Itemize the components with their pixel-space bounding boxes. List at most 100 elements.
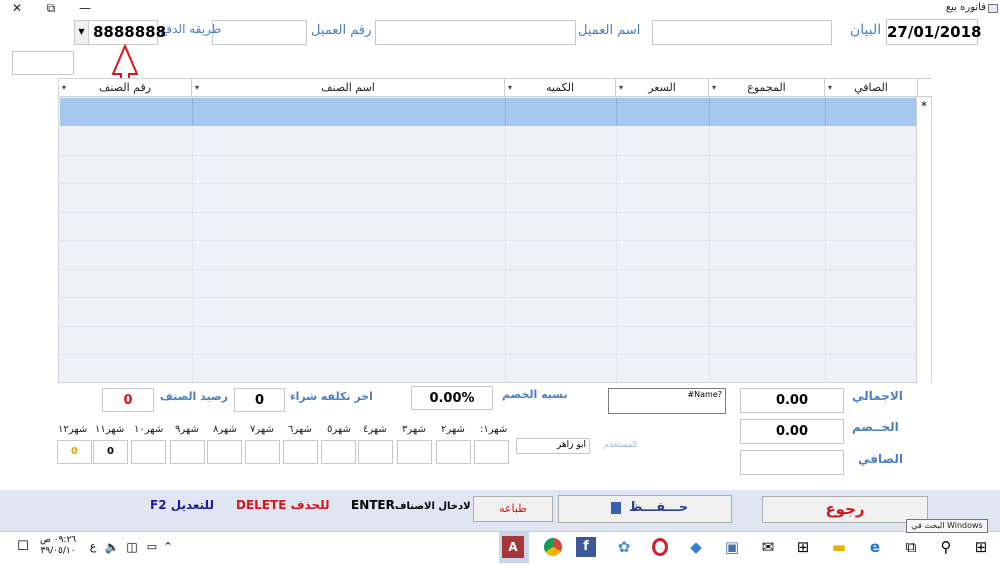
month-4-field[interactable] xyxy=(358,440,393,464)
discount-field[interactable]: 0.00 xyxy=(740,419,844,444)
payment-method-label: طريقه الدفع xyxy=(160,22,222,36)
minimize-icon: — xyxy=(79,1,91,15)
month-label: شهر٦ xyxy=(288,424,312,435)
statement-label: البيان xyxy=(850,22,882,38)
close-window-button[interactable]: ✕ xyxy=(0,0,34,18)
month-12-field[interactable]: 0 xyxy=(57,440,92,464)
enter-hint: لادخال الاصنافENTER xyxy=(351,498,471,512)
grid-col-line xyxy=(825,126,826,383)
month-label: شهر١٢ xyxy=(58,424,88,435)
restore-icon: ⧉ xyxy=(46,1,56,15)
month-label: شهر٨ xyxy=(213,424,237,435)
total-field[interactable]: 0.00 xyxy=(740,388,844,413)
user-label: المستخدم xyxy=(604,440,638,449)
invoice-window: ✕ ⧉ — فاتوره بيع 27/01/2018 البيان اسم ا… xyxy=(0,0,1000,531)
restore-window-button[interactable]: ⧉ xyxy=(34,0,68,18)
month-label: شهر١: xyxy=(480,424,508,435)
month-label: شهر٥ xyxy=(327,424,351,435)
chevron-down-icon[interactable]: ▾ xyxy=(712,79,716,96)
minimize-window-button[interactable]: — xyxy=(68,0,102,18)
search-tooltip: البحث في Windows xyxy=(906,519,988,533)
month-label: شهر٣ xyxy=(402,424,426,435)
file-explorer-icon[interactable]: ▬ xyxy=(826,534,852,560)
item-balance-field[interactable]: 0 xyxy=(102,388,154,412)
customer-number-field[interactable] xyxy=(212,20,307,45)
column-header-total[interactable]: ▾ المجموع xyxy=(709,79,825,97)
store-icon[interactable]: ⊞ xyxy=(790,534,816,560)
month-label: شهر٩ xyxy=(175,424,199,435)
row-selector-strip xyxy=(916,126,931,383)
month-1-field[interactable] xyxy=(474,440,509,464)
month-2-field[interactable] xyxy=(436,440,471,464)
access-app-icon[interactable]: A xyxy=(502,536,524,558)
title-bar: ✕ ⧉ — فاتوره بيع xyxy=(0,0,1000,18)
grid-col-divider xyxy=(505,98,506,126)
chevron-down-icon[interactable]: ▾ xyxy=(828,79,832,96)
net-field[interactable] xyxy=(740,450,844,475)
floppy-disk-icon xyxy=(611,502,621,514)
new-row[interactable] xyxy=(60,98,917,126)
user-field[interactable]: ابو زاهر xyxy=(516,438,590,454)
facebook-icon[interactable]: f xyxy=(576,537,596,557)
new-row-marker: * xyxy=(916,98,931,126)
grid-row-line xyxy=(60,326,917,327)
column-header-quantity[interactable]: ▾ الكميه xyxy=(505,79,616,97)
grid-row-line xyxy=(60,183,917,184)
month-3-field[interactable] xyxy=(397,440,432,464)
column-header-item-name[interactable]: ▾ اسم الصنف xyxy=(192,79,505,97)
close-icon: ✕ xyxy=(11,1,23,15)
month-7-field[interactable] xyxy=(245,440,280,464)
discount-percent-field[interactable]: 0.00% xyxy=(411,386,493,410)
windows-start-icon[interactable]: ⊞ xyxy=(968,534,994,560)
search-icon[interactable]: ⚲ xyxy=(933,534,959,560)
chevron-down-icon[interactable]: ▾ xyxy=(195,79,199,96)
statement-field[interactable] xyxy=(652,20,832,45)
media-icon[interactable]: ◆ xyxy=(683,534,709,560)
show-hidden-icons-icon[interactable]: ⌃ xyxy=(155,534,181,560)
month-8-field[interactable] xyxy=(207,440,242,464)
chevron-down-icon[interactable]: ▾ xyxy=(619,79,623,96)
column-header-net[interactable]: ▾ الصافي xyxy=(825,79,918,97)
month-5-field[interactable] xyxy=(321,440,356,464)
extra-field[interactable] xyxy=(12,51,74,75)
month-9-field[interactable] xyxy=(170,440,205,464)
back-button[interactable]: رجوع xyxy=(762,496,928,523)
edge-icon[interactable]: e xyxy=(862,534,888,560)
chevron-down-icon[interactable]: ▾ xyxy=(508,79,512,96)
print-button[interactable]: طباعه xyxy=(473,496,553,522)
chevron-down-icon[interactable]: ▼ xyxy=(75,21,89,44)
last-cost-field[interactable]: 0 xyxy=(234,388,285,412)
grid-row-line xyxy=(60,297,917,298)
month-11-field[interactable]: 0 xyxy=(93,440,128,464)
grid-col-line xyxy=(709,126,710,383)
column-header-price[interactable]: ▾ السعر xyxy=(616,79,709,97)
task-view-icon[interactable]: ⧉ xyxy=(898,534,924,560)
grid-col-divider xyxy=(192,98,193,126)
name-error-field[interactable]: #Name? xyxy=(608,388,726,414)
date-field[interactable]: 27/01/2018 xyxy=(886,19,981,45)
payment-method-combo[interactable]: ▼ 8888888 xyxy=(74,20,166,45)
grid-col-divider xyxy=(825,98,826,126)
chrome-icon[interactable] xyxy=(540,534,566,560)
save-button-label: حـــفـــظ xyxy=(629,500,689,515)
month-10-field[interactable] xyxy=(131,440,166,464)
mail-icon[interactable]: ✉ xyxy=(755,534,781,560)
opera-icon[interactable] xyxy=(647,534,673,560)
notification-icon[interactable]: ☐ xyxy=(10,534,36,560)
explorer-window-icon[interactable]: ▣ xyxy=(719,534,745,560)
grid-row-line xyxy=(60,354,917,355)
photos-icon[interactable]: ✿ xyxy=(611,534,637,560)
items-grid[interactable]: ▾ الصافي ▾ المجموع ▾ السعر ▾ الكميه ▾ اسم الص… xyxy=(58,78,932,383)
discount-percent-label: نسبه الخصم xyxy=(502,388,568,401)
month-6-field[interactable] xyxy=(283,440,318,464)
grid-col-line xyxy=(616,126,617,383)
month-label: شهر١١ xyxy=(95,424,125,435)
save-button[interactable]: حـــفـــظ xyxy=(558,495,732,523)
month-label: شهر٧ xyxy=(250,424,274,435)
chevron-down-icon[interactable]: ▾ xyxy=(62,79,66,96)
app-icon xyxy=(988,4,998,13)
column-header-item-number[interactable]: ▾ رقم الصنف xyxy=(59,79,192,97)
grid-row-line xyxy=(60,212,917,213)
taskbar-clock[interactable]: ٠٩:٢٦ ص ٣٩/٠٥/١٠ xyxy=(40,535,76,557)
customer-name-field[interactable] xyxy=(375,20,576,45)
